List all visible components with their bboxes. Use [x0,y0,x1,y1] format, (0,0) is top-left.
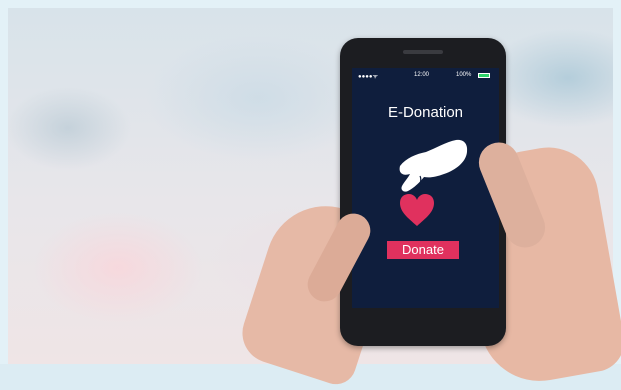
hand-icon [399,139,468,192]
status-bar: ●●●●ᯤ 12:00 100% [352,72,499,82]
battery-icon [478,73,490,78]
donate-button[interactable]: Donate [387,241,459,259]
phone-speaker [403,50,443,54]
app-title: E-Donation [387,104,464,121]
status-time: 12:00 [414,72,430,78]
heart-icon [400,194,434,226]
battery-percentage: 100% [456,72,472,78]
signal-indicator: ●●●●ᯤ [358,74,378,80]
